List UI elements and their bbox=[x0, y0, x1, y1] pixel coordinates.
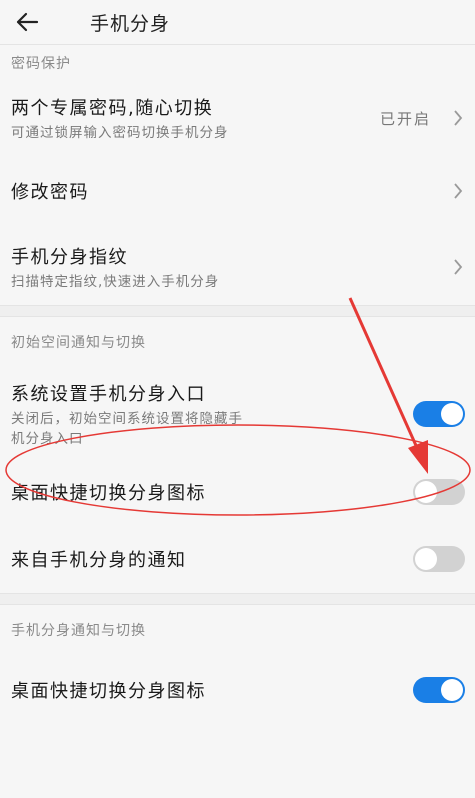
row-sublabel-continued: 机分身入口 bbox=[11, 430, 84, 447]
section-divider bbox=[0, 594, 475, 605]
two-passwords-row[interactable]: 两个专属密码,随心切换 可通过锁屏输入密码切换手机分身 已开启 bbox=[0, 83, 475, 153]
arrow-left-icon bbox=[16, 12, 39, 32]
section-title-password: 密码保护 bbox=[11, 56, 71, 72]
row-label: 来自手机分身的通知 bbox=[11, 550, 187, 571]
password-section: 密码保护 两个专属密码,随心切换 可通过锁屏输入密码切换手机分身 已开启 修改密… bbox=[0, 45, 475, 306]
row-label: 桌面快捷切换分身图标 bbox=[11, 483, 206, 504]
section-title-clone-space: 手机分身通知与切换 bbox=[11, 623, 146, 639]
notifications-row: 来自手机分身的通知 bbox=[0, 525, 475, 593]
initial-space-section: 初始空间通知与切换 系统设置手机分身入口 关闭后，初始空间系统设置将隐藏手 机分… bbox=[0, 317, 475, 594]
desktop-shortcut-row: 桌面快捷切换分身图标 bbox=[0, 459, 475, 525]
toggle-knob bbox=[415, 481, 437, 503]
row-label: 两个专属密码,随心切换 bbox=[11, 97, 214, 119]
change-password-row[interactable]: 修改密码 bbox=[0, 153, 475, 229]
page-title: 手机分身 bbox=[90, 12, 171, 35]
chevron-right-icon bbox=[451, 106, 465, 130]
row-label: 桌面快捷切换分身图标 bbox=[11, 681, 206, 702]
app-header: 手机分身 bbox=[0, 0, 475, 45]
settings-entry-row: 系统设置手机分身入口 关闭后，初始空间系统设置将隐藏手 机分身入口 bbox=[0, 369, 475, 459]
section-divider bbox=[0, 306, 475, 317]
status-value: 已开启 bbox=[379, 109, 431, 128]
notifications-toggle[interactable] bbox=[413, 546, 465, 572]
row-label: 修改密码 bbox=[11, 182, 89, 203]
row-sublabel: 扫描特定指纹,快速进入手机分身 bbox=[11, 273, 220, 290]
clone-desktop-shortcut-toggle[interactable] bbox=[413, 677, 465, 703]
row-label: 系统设置手机分身入口 bbox=[11, 383, 206, 405]
row-sublabel: 关闭后，初始空间系统设置将隐藏手 bbox=[11, 410, 243, 427]
toggle-knob bbox=[441, 403, 463, 425]
back-button[interactable] bbox=[2, 0, 52, 44]
toggle-knob bbox=[441, 679, 463, 701]
desktop-shortcut-toggle[interactable] bbox=[413, 479, 465, 505]
toggle-knob bbox=[415, 548, 437, 570]
row-sublabel: 可通过锁屏输入密码切换手机分身 bbox=[11, 124, 229, 141]
section-title-initial-space: 初始空间通知与切换 bbox=[11, 335, 146, 351]
settings-entry-toggle[interactable] bbox=[413, 401, 465, 427]
clone-desktop-shortcut-row: 桌面快捷切换分身图标 bbox=[0, 657, 475, 723]
fingerprint-row[interactable]: 手机分身指纹 扫描特定指纹,快速进入手机分身 bbox=[0, 229, 475, 305]
clone-space-section: 手机分身通知与切换 桌面快捷切换分身图标 bbox=[0, 605, 475, 723]
chevron-right-icon bbox=[451, 255, 465, 279]
row-label: 手机分身指纹 bbox=[11, 246, 128, 268]
chevron-right-icon bbox=[451, 179, 465, 203]
